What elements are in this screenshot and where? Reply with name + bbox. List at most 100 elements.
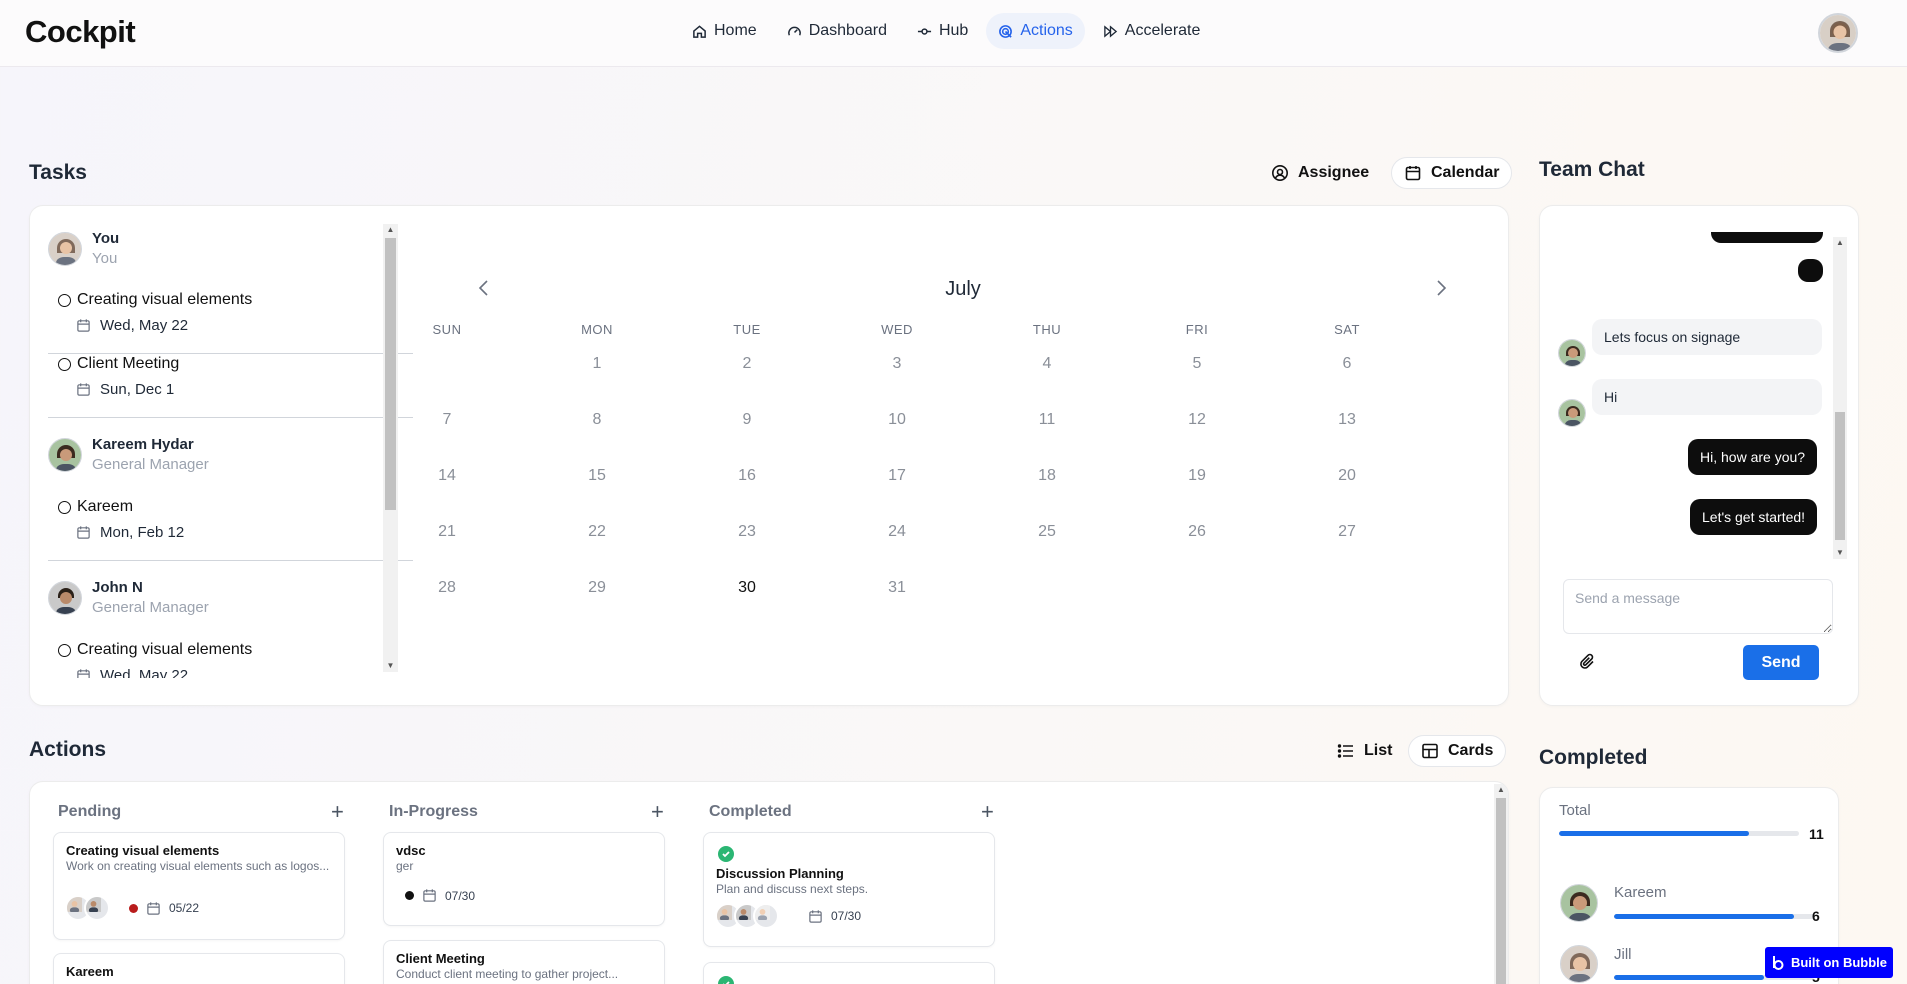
calendar-day[interactable]: 28 [407, 579, 487, 597]
calendar-day[interactable]: 12 [1157, 411, 1237, 429]
task-item[interactable]: Creating visual elements Wed, May 22 [58, 291, 403, 334]
calendar-day[interactable]: 13 [1307, 411, 1387, 429]
total-value: 11 [1809, 826, 1824, 842]
action-card[interactable]: Kareem [53, 953, 345, 984]
calendar-day[interactable]: 11 [1007, 411, 1087, 429]
task-status-circle-icon[interactable] [58, 293, 71, 307]
send-button[interactable]: Send [1743, 645, 1819, 680]
calendar-day[interactable]: 1 [557, 355, 637, 373]
assignee-label: Assignee [1298, 164, 1370, 181]
scroll-up-icon[interactable]: ▲ [1494, 784, 1508, 796]
task-date: Sun, Dec 1 [100, 381, 175, 398]
action-card[interactable]: Creating visual elements Work on creatin… [53, 832, 345, 940]
action-card[interactable]: Client Meeting Conduct client meeting to… [383, 940, 665, 984]
assignee-name: Kareem Hydar [92, 436, 194, 453]
actions-scrollbar[interactable]: ▲ [1494, 784, 1508, 984]
calendar-day[interactable]: 7 [407, 411, 487, 429]
action-card-meta: 05/22 [65, 895, 199, 921]
task-item[interactable]: Client Meeting Sun, Dec 1 [58, 355, 403, 398]
assignee-name: You [92, 230, 120, 247]
nav-dashboard[interactable]: Dashboard [775, 13, 899, 49]
chat-avatar [1558, 339, 1586, 367]
calendar-day[interactable]: 3 [857, 355, 937, 373]
person-progress-fill [1614, 975, 1764, 980]
calendar-button[interactable]: Calendar [1391, 157, 1513, 189]
scrollbar-thumb[interactable] [1835, 412, 1845, 540]
add-in-progress-icon[interactable]: + [651, 801, 664, 823]
task-status-circle-icon[interactable] [58, 643, 71, 657]
commit-icon [917, 27, 932, 35]
calendar-day[interactable]: 21 [407, 523, 487, 541]
calendar-day[interactable]: 26 [1157, 523, 1237, 541]
calendar-day[interactable]: 23 [707, 523, 787, 541]
task-item[interactable]: Creating visual elements Wed, May 22 [58, 641, 403, 678]
calendar-day[interactable]: 30 [707, 579, 787, 597]
task-title: Creating visual elements [77, 291, 253, 308]
calendar-next-icon[interactable] [1434, 278, 1448, 304]
nav-actions[interactable]: Actions [986, 13, 1085, 49]
assignee-button[interactable]: Assignee [1259, 157, 1381, 189]
calendar-day[interactable]: 9 [707, 411, 787, 429]
home-icon [693, 24, 706, 38]
calendar-day[interactable]: 27 [1307, 523, 1387, 541]
fast-forward-icon [1104, 24, 1117, 38]
calendar-day[interactable]: 24 [857, 523, 937, 541]
nav-hub[interactable]: Hub [905, 13, 980, 49]
main-nav: Home Dashboard Hub Actions Accelerate [680, 13, 1212, 49]
add-completed-icon[interactable]: + [981, 801, 994, 823]
scroll-up-icon[interactable]: ▲ [1833, 237, 1847, 249]
task-item[interactable]: Kareem Mon, Feb 12 [58, 498, 403, 541]
scrollbar-thumb[interactable] [1496, 798, 1506, 984]
avatar [48, 437, 82, 472]
nav-dashboard-label: Dashboard [808, 22, 887, 39]
divider [48, 353, 413, 354]
calendar-prev-icon[interactable] [477, 278, 491, 304]
calendar-day[interactable]: 16 [707, 467, 787, 485]
calendar-day[interactable]: 2 [707, 355, 787, 373]
avatar [84, 895, 110, 921]
scrollbar-thumb[interactable] [385, 238, 396, 510]
scroll-down-icon[interactable]: ▼ [1833, 547, 1847, 559]
list-view-button[interactable]: List [1325, 735, 1404, 767]
calendar-day[interactable]: 8 [557, 411, 637, 429]
calendar-day[interactable]: 5 [1157, 355, 1237, 373]
calendar-day[interactable]: 31 [857, 579, 937, 597]
weekday-label: SAT [1334, 322, 1360, 337]
user-avatar[interactable] [1818, 13, 1858, 53]
cards-icon [1422, 743, 1438, 759]
calendar-day[interactable]: 19 [1157, 467, 1237, 485]
action-card-title: Creating visual elements [66, 843, 220, 858]
add-pending-icon[interactable]: + [331, 801, 344, 823]
calendar-day[interactable]: 6 [1307, 355, 1387, 373]
task-status-circle-icon[interactable] [58, 357, 71, 371]
column-title-completed: Completed [709, 803, 792, 820]
calendar-day[interactable]: 22 [557, 523, 637, 541]
action-card[interactable]: Discussion Planning Plan and discuss nex… [703, 832, 995, 947]
calendar-day[interactable]: 18 [1007, 467, 1087, 485]
scroll-down-icon[interactable]: ▼ [383, 660, 398, 672]
chat-message-input[interactable] [1563, 579, 1833, 634]
task-status-circle-icon[interactable] [58, 500, 71, 514]
chat-scrollbar[interactable]: ▲ ▼ [1833, 237, 1847, 559]
nav-accelerate-label: Accelerate [1124, 22, 1201, 39]
chat-message: Hi [1592, 379, 1822, 415]
scroll-up-icon[interactable]: ▲ [383, 224, 398, 236]
app-logo[interactable]: Cockpit [25, 14, 136, 50]
calendar-day[interactable]: 20 [1307, 467, 1387, 485]
built-on-bubble-badge[interactable]: Built on Bubble [1765, 947, 1893, 978]
action-card[interactable]: vdsc ger 07/30 [383, 832, 665, 926]
nav-accelerate[interactable]: Accelerate [1091, 13, 1213, 49]
calendar-day[interactable]: 25 [1007, 523, 1087, 541]
calendar-day[interactable]: 14 [407, 467, 487, 485]
calendar-day[interactable]: 4 [1007, 355, 1087, 373]
paperclip-icon[interactable] [1578, 652, 1598, 672]
action-card[interactable] [703, 962, 995, 984]
cards-view-button[interactable]: Cards [1408, 735, 1507, 767]
calendar-day[interactable]: 17 [857, 467, 937, 485]
calendar-day[interactable]: 10 [857, 411, 937, 429]
calendar-day[interactable]: 29 [557, 579, 637, 597]
calendar-icon [77, 526, 90, 539]
calendar-day[interactable]: 15 [557, 467, 637, 485]
nav-home[interactable]: Home [680, 13, 769, 49]
task-list-scrollbar[interactable]: ▲ ▼ [383, 224, 398, 672]
